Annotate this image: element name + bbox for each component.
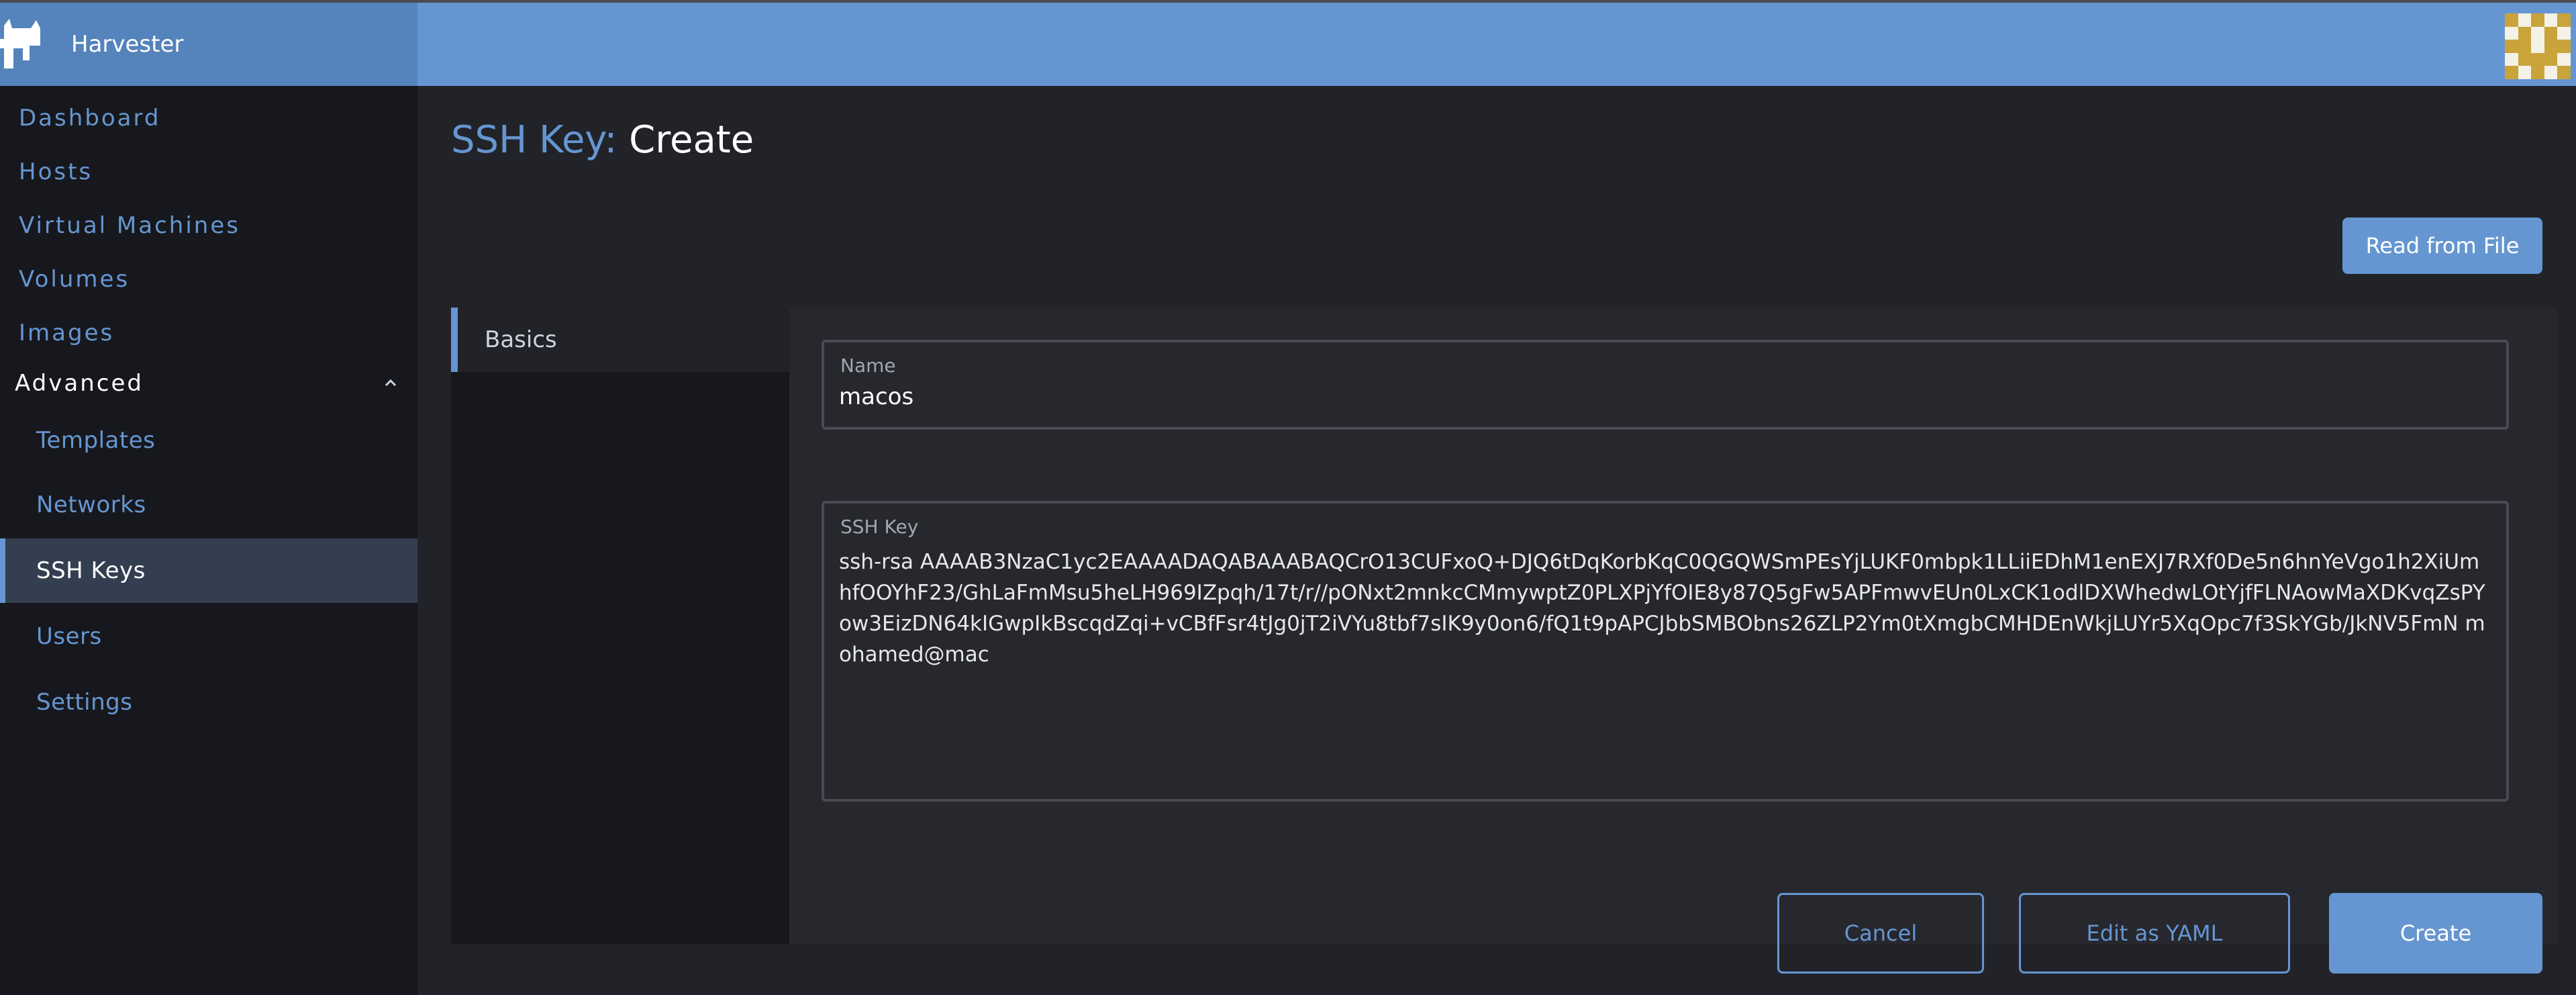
name-field[interactable]: Name	[822, 340, 2509, 430]
sidebar-item-label: Settings	[36, 689, 133, 716]
sidebar-item-label: Dashboard	[19, 105, 161, 132]
sidebar-item-label: SSH Keys	[36, 557, 146, 584]
name-input[interactable]	[838, 383, 2489, 411]
sidebar-item-label: Hosts	[19, 158, 93, 185]
tabs-column: Basics	[451, 307, 789, 944]
read-from-file-button[interactable]: Read from File	[2342, 218, 2542, 274]
brand[interactable]: Harvester	[0, 3, 417, 86]
page-title: SSH Key: Create	[451, 118, 754, 162]
sidebar-item-settings[interactable]: Settings	[0, 670, 417, 735]
ssh-key-field-label: SSH Key	[840, 516, 919, 538]
create-button[interactable]: Create	[2329, 893, 2542, 974]
ssh-key-textarea[interactable]: ssh-rsa AAAAB3NzaC1yc2EAAAADAQABAAABAQCr…	[838, 545, 2489, 787]
sidebar-item-label: Virtual Machines	[19, 212, 240, 239]
sidebar-item-label: Templates	[36, 427, 156, 454]
sidebar-item-ssh-keys[interactable]: SSH Keys	[0, 538, 417, 603]
form-panel: Basics Name SSH Key ssh-rsa AAAAB3NzaC1y…	[451, 307, 2557, 944]
sidebar-item-users[interactable]: Users	[0, 604, 417, 669]
edit-as-yaml-button[interactable]: Edit as YAML	[2019, 893, 2290, 974]
user-avatar[interactable]	[2505, 13, 2571, 79]
name-field-label: Name	[840, 354, 896, 377]
sidebar-group-label: Advanced	[15, 370, 144, 397]
main-content: SSH Key: Create Read from File Basics Na…	[417, 86, 2576, 995]
sidebar-item-label: Volumes	[19, 266, 130, 293]
tab-label: Basics	[485, 326, 557, 353]
ssh-key-field[interactable]: SSH Key ssh-rsa AAAAB3NzaC1yc2EAAAADAQAB…	[822, 501, 2509, 802]
top-header: Harvester	[0, 0, 2576, 86]
sidebar-item-label: Images	[19, 320, 115, 346]
chevron-up-icon	[385, 379, 397, 387]
sidebar-item-networks[interactable]: Networks	[0, 473, 417, 537]
sidebar-item-label: Users	[36, 623, 102, 650]
cancel-button[interactable]: Cancel	[1777, 893, 1984, 974]
sidebar-item-label: Networks	[36, 491, 146, 518]
sidebar-item-templates[interactable]: Templates	[0, 408, 417, 473]
harvester-logo-icon	[0, 19, 40, 68]
sidebar: Dashboard Hosts Virtual Machines Volumes…	[0, 86, 417, 995]
tab-basics[interactable]: Basics	[451, 307, 789, 372]
brand-name: Harvester	[71, 31, 184, 58]
sidebar-group-advanced[interactable]: Advanced	[0, 354, 417, 412]
page-title-resource: SSH Key:	[451, 118, 617, 162]
page-title-mode: Create	[629, 118, 754, 162]
